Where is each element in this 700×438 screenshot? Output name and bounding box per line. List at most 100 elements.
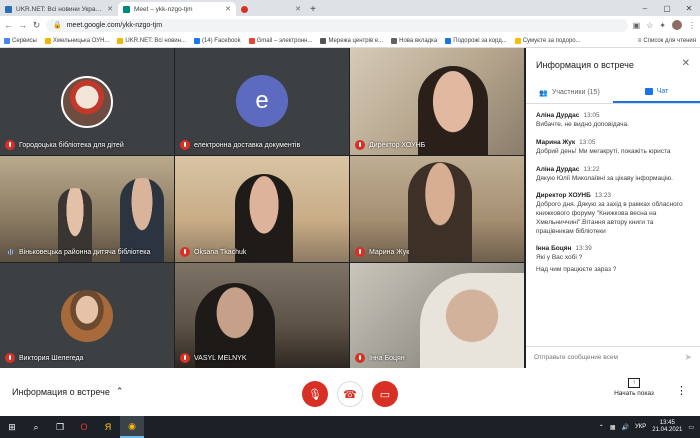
ukrnet-favicon-icon: [5, 5, 12, 13]
close-tab-icon[interactable]: ✕: [295, 5, 301, 13]
close-window-button[interactable]: ✕: [678, 0, 700, 16]
chevron-up-icon: ⌃: [115, 386, 124, 396]
toolbar-right: ▣ ☆ ✦ ⋮: [633, 20, 696, 30]
chrome-icon[interactable]: ◉: [120, 416, 144, 438]
meet-area: Городоцька бібліотека для дітей e електр…: [0, 48, 700, 416]
mic-toggle-button[interactable]: 🎙: [302, 381, 328, 407]
reload-icon[interactable]: ↻: [32, 20, 41, 31]
bookmark-item[interactable]: Gmail – электронн...: [248, 37, 312, 44]
search-icon[interactable]: ⌕: [24, 416, 48, 438]
camera-icon[interactable]: ▣: [633, 21, 641, 30]
tab-participants[interactable]: 👥 Участники (15): [526, 82, 613, 103]
participant-tile[interactable]: Виктория Шелегеда: [0, 263, 174, 368]
message-text: Над чим працюєте зараз ?: [536, 266, 617, 274]
send-icon[interactable]: ➤: [684, 352, 692, 363]
library-logo: [61, 76, 113, 128]
yandex-icon[interactable]: Я: [96, 416, 120, 438]
reading-list[interactable]: ≡ Список для чтения: [638, 38, 696, 44]
start-icon[interactable]: ⊞: [0, 416, 24, 438]
present-button[interactable]: ↑ Начать показ: [608, 378, 660, 397]
browser-tab-bar: UKR.NET: Всі новини України, о ✕ Meet – …: [0, 0, 700, 16]
bookmark-label: (14) Facebook: [201, 37, 241, 44]
extensions-icon[interactable]: ✦: [659, 21, 666, 30]
bookmark-item[interactable]: Сервисы: [4, 37, 37, 44]
participant-name: Марина Жук: [369, 248, 410, 256]
meeting-info-panel: Информация о встрече ✕ 👥 Участники (15) …: [526, 48, 700, 368]
message-time: 13:05: [583, 112, 600, 119]
meeting-info-label: Информация о встрече: [12, 386, 110, 397]
back-icon[interactable]: ←: [4, 20, 13, 30]
opera-icon[interactable]: O: [72, 416, 96, 438]
new-tab-button[interactable]: +: [306, 2, 320, 16]
leave-call-button[interactable]: ☎: [337, 381, 363, 407]
chat-messages: Аліна Дурдас 13:05 Вибачте, не видно допов…: [526, 106, 700, 346]
bookmark-item[interactable]: Подорожі за корд...: [445, 37, 507, 44]
bookmark-label: Сервисы: [12, 37, 37, 44]
network-icon[interactable]: ▦: [610, 424, 616, 431]
chevron-up-icon[interactable]: ⌃: [599, 424, 604, 431]
bookmark-item[interactable]: Мережа центрів е...: [320, 37, 383, 44]
chat-input[interactable]: [534, 354, 685, 361]
participant-tile[interactable]: Городоцька бібліотека для дітей: [0, 48, 174, 155]
bookmark-icon: [248, 37, 255, 44]
notifications-icon[interactable]: ▭: [688, 424, 694, 431]
bookmark-item[interactable]: Сумуєте за подоро...: [514, 37, 581, 44]
star-icon[interactable]: ☆: [646, 21, 653, 30]
browser-tab-ukrnet[interactable]: UKR.NET: Всі новини України, о ✕: [0, 2, 118, 16]
mic-off-icon: [355, 353, 365, 363]
clock[interactable]: 13:45 21.04.2021: [652, 420, 682, 434]
participant-tile[interactable]: e електронна доставка документів: [175, 48, 349, 155]
maximize-button[interactable]: ▢: [656, 0, 678, 16]
participant-tile[interactable]: Віньковецька районна дитяча бібліотека: [0, 156, 174, 262]
participant-tile[interactable]: Директор ХОУНБ: [350, 48, 524, 155]
bookmark-icon: [391, 37, 398, 44]
participant-tile[interactable]: VASYL MELNYK: [175, 263, 349, 368]
bookmark-item[interactable]: UKR.NET: Всі новин...: [117, 37, 186, 44]
minimize-button[interactable]: –: [634, 0, 656, 16]
bookmark-label: Подорожі за корд...: [453, 37, 507, 44]
more-options-icon[interactable]: ⋮: [676, 384, 687, 397]
meeting-controls-bar: Информация о встрече ⌃ 🎙 ☎ ▭ ↑ Начать по…: [0, 368, 700, 416]
plus-icon: +: [310, 3, 316, 15]
camera-toggle-button[interactable]: ▭: [372, 381, 398, 407]
close-tab-icon[interactable]: ✕: [107, 5, 113, 13]
message-author: Марина Жук: [536, 138, 576, 146]
participant-tile[interactable]: Інна Боцян: [350, 263, 524, 368]
forward-icon[interactable]: →: [18, 20, 27, 30]
bookmark-icon: [445, 37, 452, 44]
close-icon[interactable]: ✕: [682, 58, 690, 69]
chat-message: Інна Боцян 13:39 Які у Вас хобі ? Над чим п…: [536, 245, 690, 275]
participant-name: Директор ХОУНБ: [369, 141, 426, 149]
message-text: Доброго дня. Дякую за захід в рамках обл…: [536, 201, 683, 235]
chat-icon: [644, 88, 653, 95]
reading-list-icon: ≡: [637, 37, 642, 44]
mic-off-icon: [355, 247, 365, 257]
camera-off-icon: ▭: [379, 388, 391, 401]
omnibox[interactable]: 🔒 meet.google.com/ykk-nzgo-tjm: [46, 18, 628, 32]
bookmark-item[interactable]: Хмельницька ОУН...: [44, 37, 109, 44]
address-bar-row: ← → ↻ 🔒 meet.google.com/ykk-nzgo-tjm ▣ ☆…: [0, 16, 700, 34]
volume-icon[interactable]: 🔊: [622, 424, 629, 431]
browser-tab-recording[interactable]: ✕: [236, 2, 306, 16]
language-indicator[interactable]: УКР: [635, 424, 646, 430]
tab-chat[interactable]: Чат: [613, 82, 700, 103]
video-person: [408, 162, 472, 262]
bookmark-item[interactable]: Нова вкладка: [391, 37, 437, 44]
meeting-info-button[interactable]: Информация о встрече ⌃: [12, 386, 123, 397]
bookmark-item[interactable]: (14) Facebook: [193, 37, 241, 44]
browser-tab-meet[interactable]: Meet – ykk-nzgo-tjm ✕: [118, 2, 236, 16]
video-person: [420, 273, 524, 368]
video-grid: Городоцька бібліотека для дітей e електр…: [0, 48, 524, 368]
profile-avatar[interactable]: [672, 20, 682, 30]
menu-icon[interactable]: ⋮: [688, 21, 696, 30]
window-controls: – ▢ ✕: [634, 0, 700, 16]
mic-off-icon: [355, 140, 365, 150]
participant-tile[interactable]: Марина Жук: [350, 156, 524, 262]
message-author: Аліна Дурдас: [536, 165, 580, 173]
tab-label: Чат: [656, 88, 669, 95]
hang-up-icon: ☎: [343, 388, 357, 401]
task-view-icon[interactable]: ❐: [48, 416, 72, 438]
mic-off-icon: 🎙: [308, 388, 322, 401]
close-tab-icon[interactable]: ✕: [225, 5, 231, 13]
participant-tile[interactable]: Oksana Tkachuk: [175, 156, 349, 262]
